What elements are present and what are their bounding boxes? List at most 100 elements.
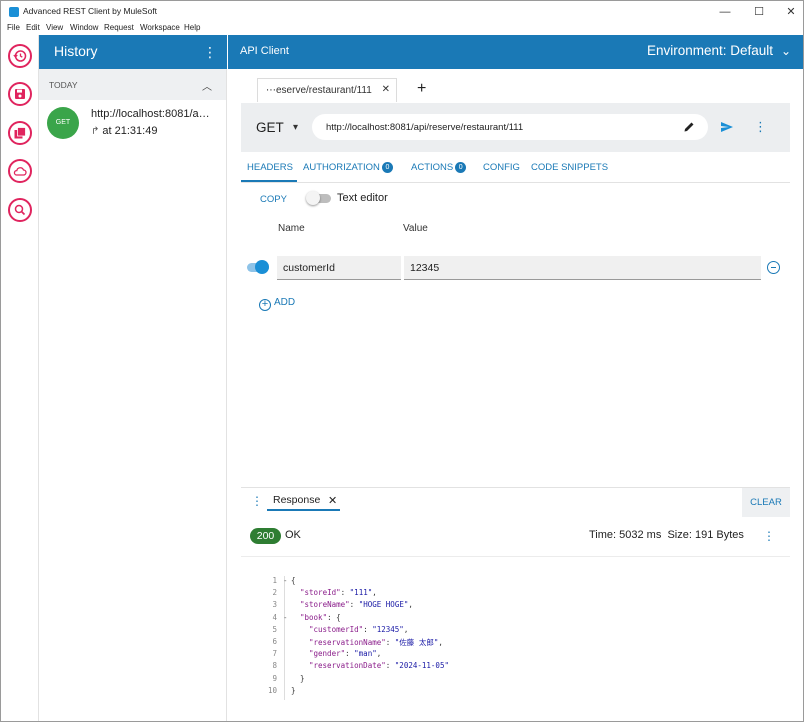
response-menu-icon[interactable]: ⋮ — [251, 495, 263, 507]
menu-edit[interactable]: Edit — [26, 23, 40, 32]
history-item[interactable]: GET http://localhost:8081/a… ↱ at 21:31:4… — [39, 100, 226, 150]
close-response-icon[interactable]: ✕ — [328, 494, 337, 507]
response-size: Size: 191 Bytes — [667, 529, 744, 541]
code-token: , — [408, 600, 413, 610]
code-token: "customerId" — [309, 624, 364, 634]
menu-request[interactable]: Request — [104, 23, 134, 32]
close-tab-icon[interactable]: ✕ — [382, 84, 390, 95]
cloud-button[interactable] — [8, 159, 32, 183]
chevron-down-icon[interactable]: ▾ — [293, 122, 298, 133]
history-item-url: http://localhost:8081/a… — [91, 108, 210, 120]
request-menu-icon[interactable]: ⋮ — [754, 120, 767, 133]
minimize-button[interactable]: — — [711, 3, 739, 21]
history-title: History — [54, 43, 98, 59]
save-icon — [15, 89, 25, 99]
clear-button[interactable]: CLEAR — [742, 488, 790, 517]
menu-window[interactable]: Window — [70, 23, 98, 32]
code-token: , — [403, 624, 409, 634]
active-tab-indicator — [241, 180, 297, 182]
tab-response[interactable]: Response — [273, 494, 320, 506]
code-text: "book": { — [300, 613, 341, 622]
code-text: "storeId": "111", — [300, 588, 377, 597]
history-button[interactable] — [8, 44, 32, 68]
tab-authorization-label: AUTHORIZATION — [303, 162, 380, 173]
history-menu-icon[interactable]: ⋮ — [203, 45, 217, 59]
active-tab-indicator — [267, 509, 340, 511]
save-button[interactable] — [8, 82, 32, 106]
maximize-button[interactable]: ☐ — [745, 3, 773, 21]
menu-view[interactable]: View — [46, 23, 63, 32]
search-icon — [14, 204, 26, 216]
fold-marker[interactable]: - — [283, 576, 288, 585]
menu-help[interactable]: Help — [184, 23, 200, 32]
chevron-up-icon[interactable]: ︿ — [202, 78, 212, 93]
menu-workspace[interactable]: Workspace — [140, 23, 180, 32]
tab-headers[interactable]: HEADERS — [247, 162, 293, 173]
main-header: API Client Environment: Default ⌄ — [228, 35, 803, 69]
tab-config[interactable]: CONFIG — [483, 162, 520, 173]
page-title: API Client — [240, 45, 289, 57]
menu-bar: File Edit View Window Request Workspace … — [1, 23, 803, 35]
window-title: Advanced REST Client by MuleSoft — [23, 6, 158, 16]
tab-code-snippets[interactable]: CODE SNIPPETS — [531, 162, 608, 173]
remove-header-icon[interactable] — [767, 261, 780, 274]
code-token: "111" — [349, 588, 373, 598]
code-token: : { — [327, 612, 341, 622]
code-token: , — [376, 649, 382, 659]
code-token: : — [363, 624, 373, 634]
method-badge: GET — [47, 107, 79, 139]
code-token: : — [385, 637, 395, 647]
code-token: , — [372, 588, 377, 598]
cloud-icon — [13, 167, 27, 176]
send-icon[interactable] — [720, 121, 734, 133]
code-token: : — [349, 600, 359, 610]
add-icon: + — [259, 299, 271, 311]
tab-headers-label: HEADERS — [247, 162, 293, 173]
request-config-tabs: HEADERS AUTHORIZATION 0 ACTIONS 0 CONFIG C… — [241, 153, 790, 183]
header-enabled-toggle-knob[interactable] — [255, 260, 269, 274]
environment-selector[interactable]: Environment: Default — [647, 43, 773, 58]
chevron-down-icon[interactable]: ⌄ — [781, 44, 791, 58]
redirect-icon: ↱ — [91, 126, 100, 137]
method-selector[interactable]: GET — [256, 120, 284, 135]
fold-marker[interactable]: - — [283, 613, 288, 622]
left-rail — [1, 35, 39, 721]
copy-button[interactable]: COPY — [260, 194, 287, 205]
title-bar: Advanced REST Client by MuleSoft — ☐ ✕ — [1, 1, 803, 23]
code-text: "reservationDate": "2024-11-05" — [309, 661, 449, 670]
count-badge: 0 — [381, 162, 393, 173]
divider — [241, 487, 790, 488]
code-text: "storeName": "HOGE HOGE", — [300, 600, 413, 609]
text-editor-toggle-knob[interactable] — [306, 191, 320, 205]
code-token: , — [438, 637, 443, 647]
add-header-button[interactable]: + ADD — [259, 297, 295, 311]
line-number: 3 — [272, 600, 277, 610]
edit-icon[interactable] — [683, 121, 695, 133]
line-number: 1 — [272, 576, 277, 585]
code-token: "book" — [300, 612, 328, 622]
saved-requests-button[interactable] — [8, 121, 32, 145]
history-group-label: TODAY — [49, 80, 78, 90]
menu-file[interactable]: File — [7, 23, 20, 32]
code-token: } — [291, 685, 296, 695]
history-group-today[interactable]: TODAY ︿ — [39, 69, 226, 100]
request-tab-label: ⋯eserve/restaurant/111 — [266, 85, 372, 96]
add-tab-icon[interactable]: + — [417, 80, 426, 98]
code-token: : — [385, 661, 395, 671]
close-window-button[interactable]: ✕ — [777, 3, 804, 21]
header-name-field[interactable] — [277, 256, 401, 280]
response-time: Time: 5032 ms — [589, 529, 662, 541]
column-header-name: Name — [278, 223, 305, 234]
request-tab[interactable]: ⋯eserve/restaurant/111 ✕ — [257, 78, 397, 102]
tab-actions[interactable]: ACTIONS 0 — [411, 162, 467, 173]
code-token: : — [345, 649, 355, 659]
code-text: "gender": "man", — [309, 649, 381, 658]
response-details-icon[interactable]: ⋮ — [763, 530, 775, 542]
url-input[interactable] — [312, 114, 708, 140]
line-number: 5 — [272, 624, 277, 634]
code-text: } — [300, 674, 305, 683]
header-value-field[interactable] — [404, 256, 761, 280]
tab-authorization[interactable]: AUTHORIZATION 0 — [303, 162, 393, 173]
search-button[interactable] — [8, 198, 32, 222]
count-badge: 0 — [455, 162, 467, 173]
